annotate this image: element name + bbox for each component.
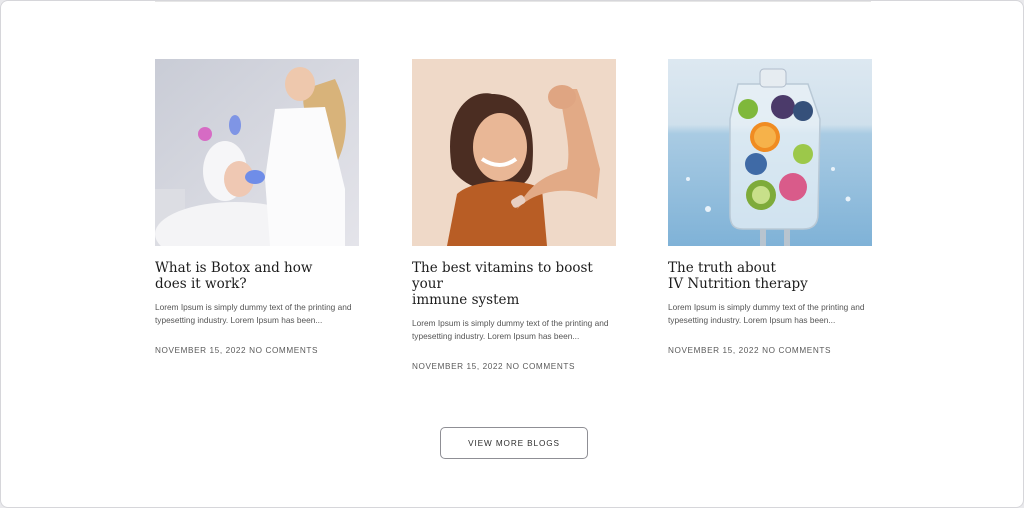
blog-comments-link[interactable]: NO COMMENTS xyxy=(762,346,831,355)
blog-meta: NOVEMBER 15, 2022 NO COMMENTS xyxy=(155,346,359,355)
blog-comments-link[interactable]: NO COMMENTS xyxy=(506,362,575,371)
woman-flexing-image xyxy=(412,59,616,246)
iv-bag-image xyxy=(668,59,872,246)
blog-date[interactable]: NOVEMBER 15, 2022 xyxy=(668,346,759,355)
blog-meta: NOVEMBER 15, 2022 NO COMMENTS xyxy=(668,346,872,355)
blog-excerpt: Lorem Ipsum is simply dummy text of the … xyxy=(668,302,865,325)
blog-thumbnail-iv-therapy[interactable] xyxy=(668,59,872,246)
blog-section: What is Botox and how does it work? Lore… xyxy=(0,0,1024,508)
blog-date[interactable]: NOVEMBER 15, 2022 xyxy=(412,362,503,371)
blog-thumbnail-vitamins[interactable] xyxy=(412,59,616,246)
divider xyxy=(155,1,871,2)
blog-meta: NOVEMBER 15, 2022 NO COMMENTS xyxy=(412,362,616,371)
view-more-blogs-button[interactable]: VIEW MORE BLOGS xyxy=(440,427,588,459)
blog-card: The truth about IV Nutrition therapy Lor… xyxy=(668,59,872,355)
blog-title[interactable]: The best vitamins to boost your immune s… xyxy=(412,260,616,308)
blog-excerpt: Lorem Ipsum is simply dummy text of the … xyxy=(155,302,352,325)
blog-excerpt: Lorem Ipsum is simply dummy text of the … xyxy=(412,318,609,341)
blog-title[interactable]: What is Botox and how does it work? xyxy=(155,260,359,292)
blog-thumbnail-botox[interactable] xyxy=(155,59,359,246)
blog-card: What is Botox and how does it work? Lore… xyxy=(155,59,359,355)
blog-title[interactable]: The truth about IV Nutrition therapy xyxy=(668,260,872,292)
blog-date[interactable]: NOVEMBER 15, 2022 xyxy=(155,346,246,355)
blog-comments-link[interactable]: NO COMMENTS xyxy=(249,346,318,355)
blog-card: The best vitamins to boost your immune s… xyxy=(412,59,616,371)
botox-treatment-image xyxy=(155,59,359,246)
